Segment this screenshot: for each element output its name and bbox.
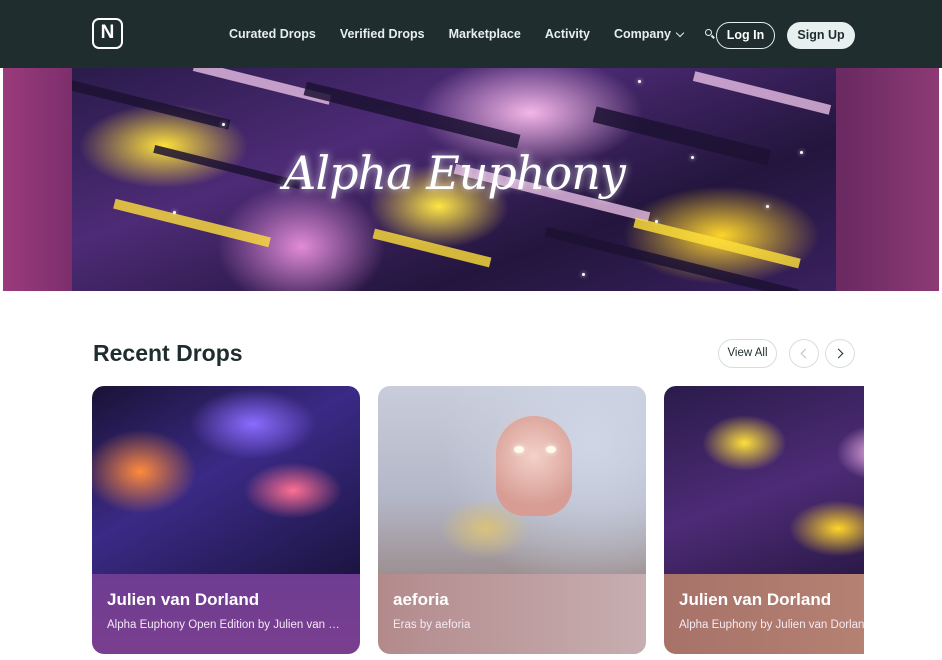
drop-card[interactable]: Julien van Dorland Alpha Euphony Open Ed… — [92, 386, 360, 654]
drop-card-image — [92, 386, 360, 576]
nav-company-label: Company — [614, 27, 671, 41]
chevron-down-icon — [675, 28, 685, 37]
drop-card-subtitle: Alpha Euphony by Julien van Dorland — [679, 619, 864, 631]
drop-card-artist: Julien van Dorland — [679, 590, 832, 609]
hero-artwork[interactable]: Alpha Euphony — [72, 68, 836, 291]
carousel-prev-button[interactable] — [789, 339, 819, 368]
chevron-right-icon — [833, 348, 844, 359]
drop-card[interactable]: Julien van Dorland Alpha Euphony by Juli… — [664, 386, 864, 654]
hero-title: Alpha Euphony — [283, 146, 626, 200]
drop-card-artist: aeforia — [393, 590, 449, 609]
drop-card-subtitle: Eras by aeforia — [393, 619, 471, 631]
nav-link-curated-drops[interactable]: Curated Drops — [229, 27, 316, 41]
nav-company-dropdown[interactable]: Company — [614, 27, 685, 41]
drop-card-artist: Julien van Dorland — [107, 590, 260, 609]
top-nav: N Curated Drops Verified Drops Marketpla… — [0, 0, 942, 68]
drop-card-image — [664, 386, 864, 576]
nav-links: Curated Drops Verified Drops Marketplace… — [229, 0, 735, 68]
chevron-left-icon — [800, 348, 811, 359]
recent-drops-title: Recent Drops — [93, 340, 243, 366]
drop-card-info: Julien van Dorland Alpha Euphony Open Ed… — [92, 574, 360, 654]
login-button[interactable]: Log In — [716, 22, 775, 49]
logo-icon[interactable]: N — [92, 18, 123, 49]
carousel-next-button[interactable] — [825, 339, 855, 368]
view-all-button[interactable]: View All — [718, 339, 777, 368]
search-icon[interactable] — [703, 27, 717, 41]
drop-card-image — [378, 386, 646, 576]
hero-banner: Alpha Euphony — [3, 68, 939, 291]
drop-card[interactable]: aeforia Eras by aeforia — [378, 386, 646, 654]
signup-button[interactable]: Sign Up — [787, 22, 855, 49]
nav-link-verified-drops[interactable]: Verified Drops — [340, 27, 425, 41]
nav-link-activity[interactable]: Activity — [545, 27, 590, 41]
drops-carousel: Julien van Dorland Alpha Euphony Open Ed… — [92, 386, 864, 660]
drop-card-info: aeforia Eras by aeforia — [378, 574, 646, 654]
nav-link-marketplace[interactable]: Marketplace — [449, 27, 521, 41]
drop-card-subtitle: Alpha Euphony Open Edition by Julien van… — [107, 619, 345, 631]
drop-card-info: Julien van Dorland Alpha Euphony by Juli… — [664, 574, 864, 654]
